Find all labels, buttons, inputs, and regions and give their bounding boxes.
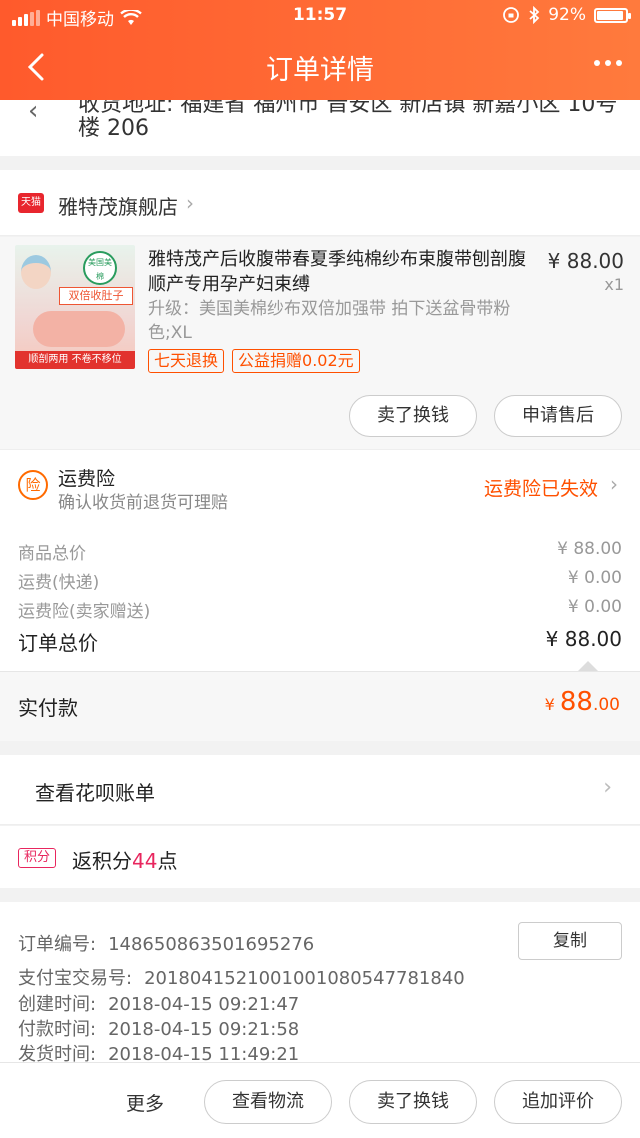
product-quantity: x1 xyxy=(604,275,624,294)
points-text: 返积分44点 xyxy=(72,845,177,874)
location-icon: ‹ xyxy=(28,100,39,126)
shipping-insurance-row[interactable]: 险 运费险 确认收货前退货可理赔 运费险已失效 › xyxy=(0,449,640,521)
currency-symbol: ¥ xyxy=(544,695,555,714)
summary-label: 运费险(卖家赠送) xyxy=(18,602,151,622)
tag-charity: 公益捐赠0.02元 xyxy=(232,349,360,373)
points-suffix: 点 xyxy=(157,849,178,873)
cotton-badge: 美国美棉 xyxy=(83,251,117,285)
add-review-button[interactable]: 追加评价 xyxy=(494,1080,622,1124)
created-time-row: 创建时间: 2018-04-15 09:21:47 xyxy=(18,990,299,1016)
order-number: 1486508635016952​76 xyxy=(108,934,315,955)
actual-payment-row: 实付款 ¥ 88.00 xyxy=(0,671,640,741)
chevron-right-icon: › xyxy=(186,191,194,215)
points-row: 积分 返积分44点 xyxy=(0,826,640,888)
summary-label: 商品总价 xyxy=(18,544,86,564)
tmall-icon: 天猫 xyxy=(18,193,44,213)
shop-row[interactable]: 天猫 雅特茂旗舰店 › xyxy=(0,170,640,236)
product-price: ¥ 88.00 xyxy=(547,249,624,273)
service-tags: 七天退换 公益捐赠0.02元 xyxy=(148,349,360,373)
product-sku: 升级：美国美棉纱布双倍加强带 拍下送盆骨带粉色;XL xyxy=(148,299,511,343)
chevron-right-icon: › xyxy=(610,472,618,496)
summary-row: 运费(快递) ¥ 0.00 xyxy=(18,568,622,593)
points-number: 44 xyxy=(132,849,158,873)
order-total-value: ¥ 88.00 xyxy=(545,627,622,651)
created-time-label: 创建时间: xyxy=(18,994,97,1015)
summary-label: 运费(快递) xyxy=(18,573,100,593)
chevron-right-icon: › xyxy=(603,775,612,800)
summary-value: ¥ 88.00 xyxy=(557,539,622,559)
paid-time-label: 付款时间: xyxy=(18,1019,97,1040)
amount-decimal: .00 xyxy=(592,695,620,715)
insurance-status: 运费险已失效 xyxy=(483,478,598,500)
alipay-number: 2018041521001001080547781840 xyxy=(144,968,465,989)
points-badge: 积分 xyxy=(18,848,56,868)
summary-value: ¥ 0.00 xyxy=(567,597,622,617)
battery-icon xyxy=(594,7,631,23)
battery-percent: 92% xyxy=(548,5,586,25)
paid-time-row: 付款时间: 2018-04-15 09:21:58 xyxy=(18,1015,299,1041)
insurance-subtitle: 确认收货前退货可理赔 xyxy=(58,493,228,513)
alipay-number-label: 支付宝交易号: xyxy=(18,968,133,989)
actual-payment-label: 实付款 xyxy=(18,696,78,720)
more-options-icon[interactable] xyxy=(594,60,622,66)
bluetooth-icon xyxy=(529,6,540,24)
insurance-title: 运费险 xyxy=(58,468,116,490)
after-sale-button[interactable]: 申请售后 xyxy=(494,395,622,437)
product-card[interactable]: 美国美棉 双倍收肚子 顺剖两用 不卷不移位 雅特茂产后收腹带春夏季纯棉纱布束腹带… xyxy=(0,237,640,449)
tag-seven-day-return: 七天退换 xyxy=(148,349,225,373)
huabei-bill-row[interactable]: 查看花呗账单 › xyxy=(0,755,640,825)
huabei-bill-label: 查看花呗账单 xyxy=(35,781,155,805)
status-right: 92% xyxy=(502,5,631,25)
price-summary: 商品总价 ¥ 88.00 运费(快递) ¥ 0.00 运费险(卖家赠送) ¥ 0… xyxy=(0,521,640,671)
points-prefix: 返积分 xyxy=(72,849,132,873)
actual-payment-amount: ¥ 88.00 xyxy=(545,687,620,717)
order-total-label: 订单总价 xyxy=(18,631,98,655)
paid-time: 2018-04-15 09:21:58 xyxy=(108,1019,300,1040)
belt-graphic xyxy=(33,311,125,347)
product-title[interactable]: 雅特茂产后收腹带春夏季纯棉纱布束腹带刨剖腹顺产专用孕产妇束缚 xyxy=(148,247,538,297)
amount-integer: 88 xyxy=(559,687,593,717)
caret-up-icon xyxy=(578,661,598,671)
sell-for-cash-button[interactable]: 卖了换钱 xyxy=(349,1080,477,1124)
summary-row: 商品总价 ¥ 88.00 xyxy=(18,539,622,564)
model-face xyxy=(21,255,51,289)
product-image[interactable]: 美国美棉 双倍收肚子 顺剖两用 不卷不移位 xyxy=(15,245,135,369)
page-title: 订单详情 xyxy=(266,55,374,86)
summary-value: ¥ 0.00 xyxy=(567,568,622,588)
product-image-strip: 顺剖两用 不卷不移位 xyxy=(15,351,135,369)
bottom-action-bar: 更多 查看物流 卖了换钱 追加评价 xyxy=(0,1062,640,1138)
shipping-address[interactable]: ‹ 收货地址: 福建省 福州市 晋安区 新店镇 新嘉小区 10号 楼 206 xyxy=(0,100,640,156)
more-button[interactable]: 更多 xyxy=(126,1089,164,1116)
orientation-lock-icon xyxy=(503,7,520,23)
created-time: 2018-04-15 09:21:47 xyxy=(108,994,300,1015)
shop-name: 雅特茂旗舰店 xyxy=(58,195,178,219)
view-logistics-button[interactable]: 查看物流 xyxy=(204,1080,332,1124)
order-info: 订单编号: 1486508635016952​76 复制 支付宝交易号: 20180… xyxy=(0,902,640,1065)
copy-button[interactable]: 复制 xyxy=(518,922,622,960)
order-number-label: 订单编号: xyxy=(18,934,97,955)
insurance-icon: 险 xyxy=(18,470,48,500)
address-line-2: 楼 206 xyxy=(78,116,149,141)
address-line-1: 收货地址: 福建省 福州市 晋安区 新店镇 新嘉小区 10号 xyxy=(78,100,618,117)
status-bar: 中国移动 11:57 92% xyxy=(0,0,640,34)
nav-bar: 订单详情 xyxy=(0,34,640,100)
sell-for-cash-button[interactable]: 卖了换钱 xyxy=(349,395,477,437)
summary-row: 运费险(卖家赠送) ¥ 0.00 xyxy=(18,597,622,622)
alipay-number-row: 支付宝交易号: 2018041521001001080547781840 xyxy=(18,964,465,990)
order-number-row: 订单编号: 1486508635016952​76 xyxy=(18,930,314,956)
order-total-row: 订单总价 ¥ 88.00 xyxy=(18,627,622,656)
product-image-label: 双倍收肚子 xyxy=(59,287,133,305)
top-bar: 中国移动 11:57 92% 订单详情 xyxy=(0,0,640,100)
